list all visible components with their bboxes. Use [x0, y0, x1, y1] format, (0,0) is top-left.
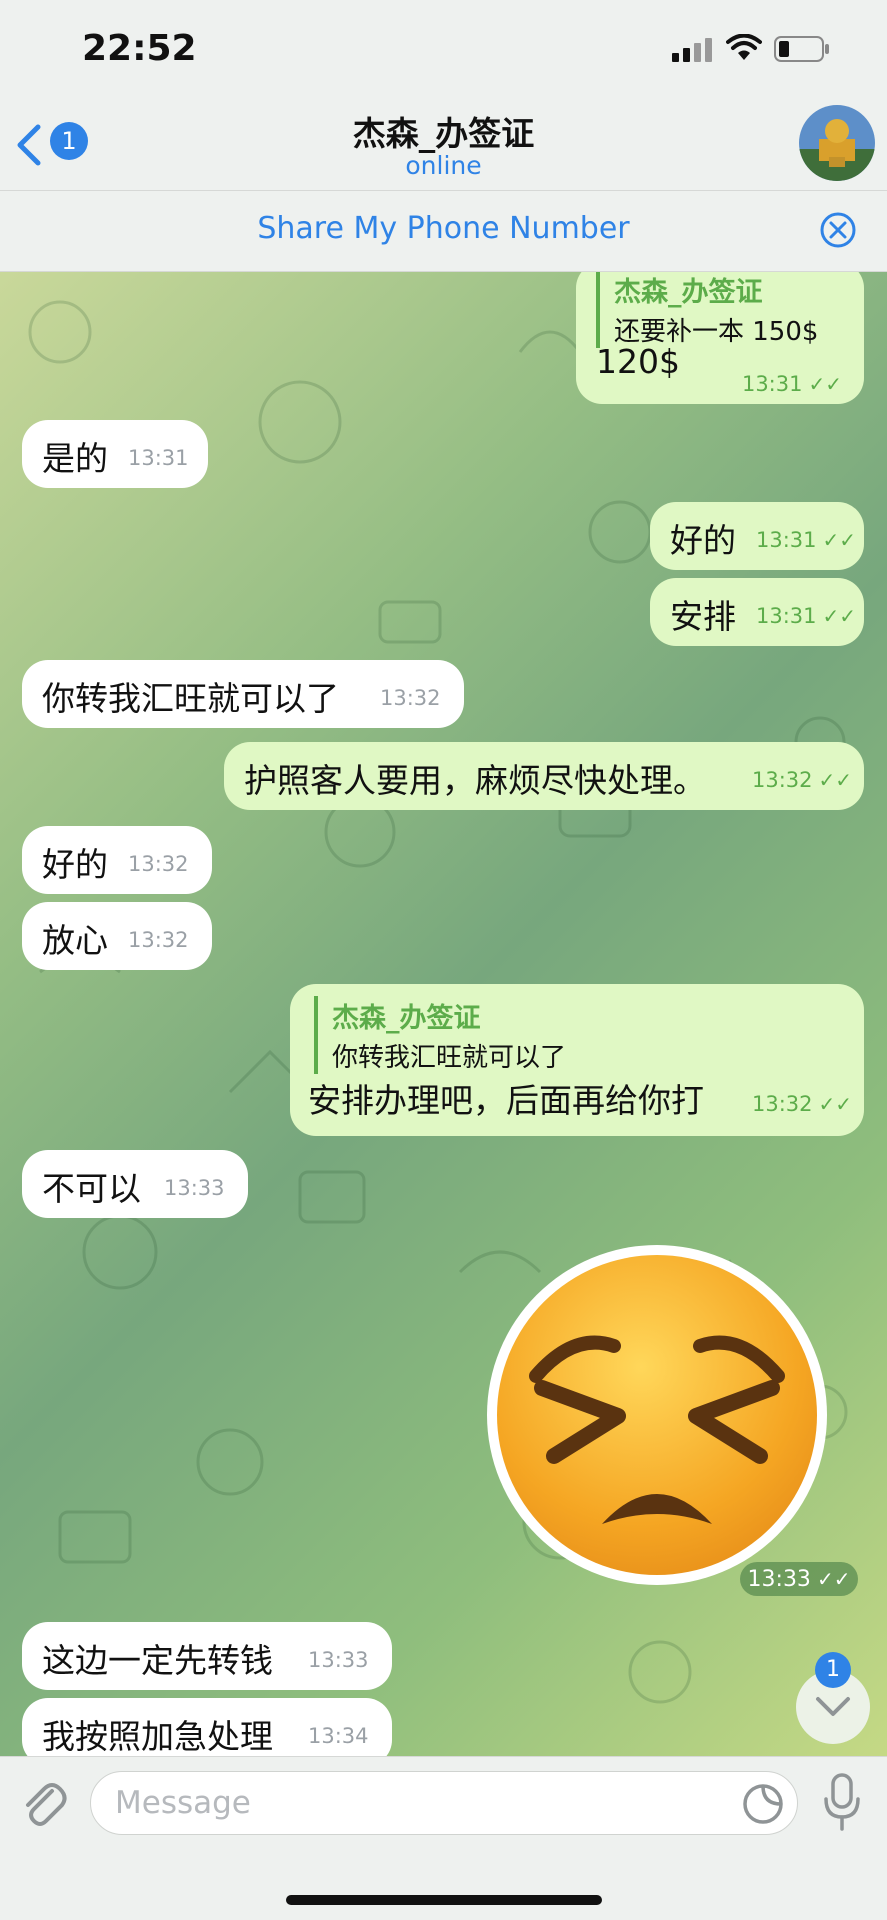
chat-header: 1 杰森_办签证 online — [0, 95, 887, 191]
message-bubble-incoming[interactable]: 我按照加急处理 13:34 — [22, 1698, 392, 1756]
read-checkmarks-icon: ✓✓ — [822, 604, 857, 628]
avatar[interactable] — [799, 105, 875, 181]
message-bubble-incoming[interactable]: 放心 13:32 — [22, 902, 212, 970]
message-text: 这边一定先转钱 — [42, 1641, 273, 1680]
avatar-image — [799, 105, 875, 181]
sticker-message[interactable] — [484, 1242, 830, 1588]
reply-quote[interactable]: 杰森_办签证 你转我汇旺就可以了 — [314, 996, 566, 1074]
scroll-unread-badge: 1 — [815, 1652, 851, 1688]
message-bubble-incoming[interactable]: 不可以 13:33 — [22, 1150, 248, 1218]
message-bubble-outgoing[interactable]: 杰森_办签证 你转我汇旺就可以了 安排办理吧，后面再给你打 13:32 ✓✓ — [290, 984, 864, 1136]
reply-text: 你转我汇旺就可以了 — [332, 1043, 567, 1073]
message-time: 13:31 ✓✓ — [756, 528, 857, 552]
message-time: 13:32 ✓✓ — [752, 1092, 853, 1116]
read-checkmarks-icon: ✓✓ — [808, 372, 842, 396]
read-checkmarks-icon: ✓✓ — [822, 528, 857, 552]
close-icon[interactable] — [819, 211, 857, 249]
message-bubble-incoming[interactable]: 这边一定先转钱 13:33 — [22, 1622, 392, 1690]
message-time: 13:32 — [128, 852, 189, 876]
message-time: 13:32 ✓✓ — [752, 768, 853, 792]
read-checkmarks-icon: ✓✓ — [816, 1567, 851, 1591]
sticker-time-badge: 13:33 ✓✓ — [740, 1562, 858, 1596]
status-time: 22:52 — [82, 28, 197, 69]
status-bar: 22:52 — [0, 0, 887, 95]
sticker-icon[interactable] — [741, 1782, 785, 1826]
message-bubble-incoming[interactable]: 你转我汇旺就可以了 13:32 — [22, 660, 464, 728]
wifi-icon — [726, 34, 762, 60]
chat-title[interactable]: 杰森_办签证 — [0, 107, 887, 155]
message-time: 13:31 ✓✓ — [756, 604, 857, 628]
message-bubble-outgoing[interactable]: 护照客人要用，麻烦尽快处理。 13:32 ✓✓ — [224, 742, 864, 810]
share-phone-button[interactable]: Share My Phone Number — [0, 211, 887, 246]
reply-sender: 杰森_办签证 — [332, 1003, 481, 1034]
message-input[interactable]: Message — [90, 1771, 798, 1835]
message-text: 不可以 — [42, 1169, 141, 1208]
reply-sender: 杰森_办签证 — [614, 277, 763, 308]
message-text: 好的 — [42, 845, 108, 884]
message-bubble-incoming[interactable]: 好的 13:32 — [22, 826, 212, 894]
cellular-signal-icon — [672, 38, 712, 62]
reply-quote[interactable]: 杰森_办签证 还要补一本 150$ — [596, 272, 818, 348]
message-time: 13:34 — [308, 1724, 369, 1748]
message-bubble-outgoing[interactable]: 好的 13:31 ✓✓ — [650, 502, 864, 570]
read-checkmarks-icon: ✓✓ — [818, 1092, 853, 1116]
message-time: 13:32 — [380, 686, 441, 710]
message-text: 安排办理吧，后面再给你打 — [308, 1081, 704, 1120]
message-time: 13:32 — [128, 928, 189, 952]
home-indicator — [286, 1895, 602, 1905]
chat-area[interactable]: 杰森_办签证 还要补一本 150$ 120$ 13:31 ✓✓ 是的 13:31 … — [0, 272, 887, 1756]
message-text: 是的 — [42, 439, 108, 478]
persevering-face-sticker-icon — [487, 1245, 827, 1585]
message-text: 你转我汇旺就可以了 — [42, 679, 339, 718]
message-text: 我按照加急处理 — [42, 1717, 273, 1756]
battery-icon — [774, 36, 829, 62]
share-phone-bar: Share My Phone Number — [0, 191, 887, 272]
chat-status: online — [405, 151, 482, 180]
message-text: 放心 — [42, 921, 108, 960]
message-bubble-outgoing[interactable]: 安排 13:31 ✓✓ — [650, 578, 864, 646]
read-checkmarks-icon: ✓✓ — [818, 768, 853, 792]
message-time: 13:31 ✓✓ — [741, 372, 842, 396]
message-text: 120$ — [596, 342, 680, 381]
message-bubble-outgoing[interactable]: 杰森_办签证 还要补一本 150$ 120$ 13:31 ✓✓ — [576, 272, 864, 404]
message-text: 安排 — [670, 597, 736, 636]
microphone-icon[interactable] — [820, 1771, 864, 1835]
message-text: 护照客人要用，麻烦尽快处理。 — [244, 761, 706, 800]
message-placeholder: Message — [115, 1785, 251, 1821]
message-time: 13:33 — [164, 1176, 225, 1200]
message-bubble-incoming[interactable]: 是的 13:31 — [22, 420, 208, 488]
message-composer: Message — [0, 1756, 887, 1920]
chevron-down-icon — [816, 1697, 850, 1716]
attach-paperclip-icon[interactable] — [20, 1777, 68, 1829]
message-time: 13:31 — [128, 446, 189, 470]
message-time: 13:33 — [308, 1648, 369, 1672]
message-text: 好的 — [670, 521, 736, 560]
